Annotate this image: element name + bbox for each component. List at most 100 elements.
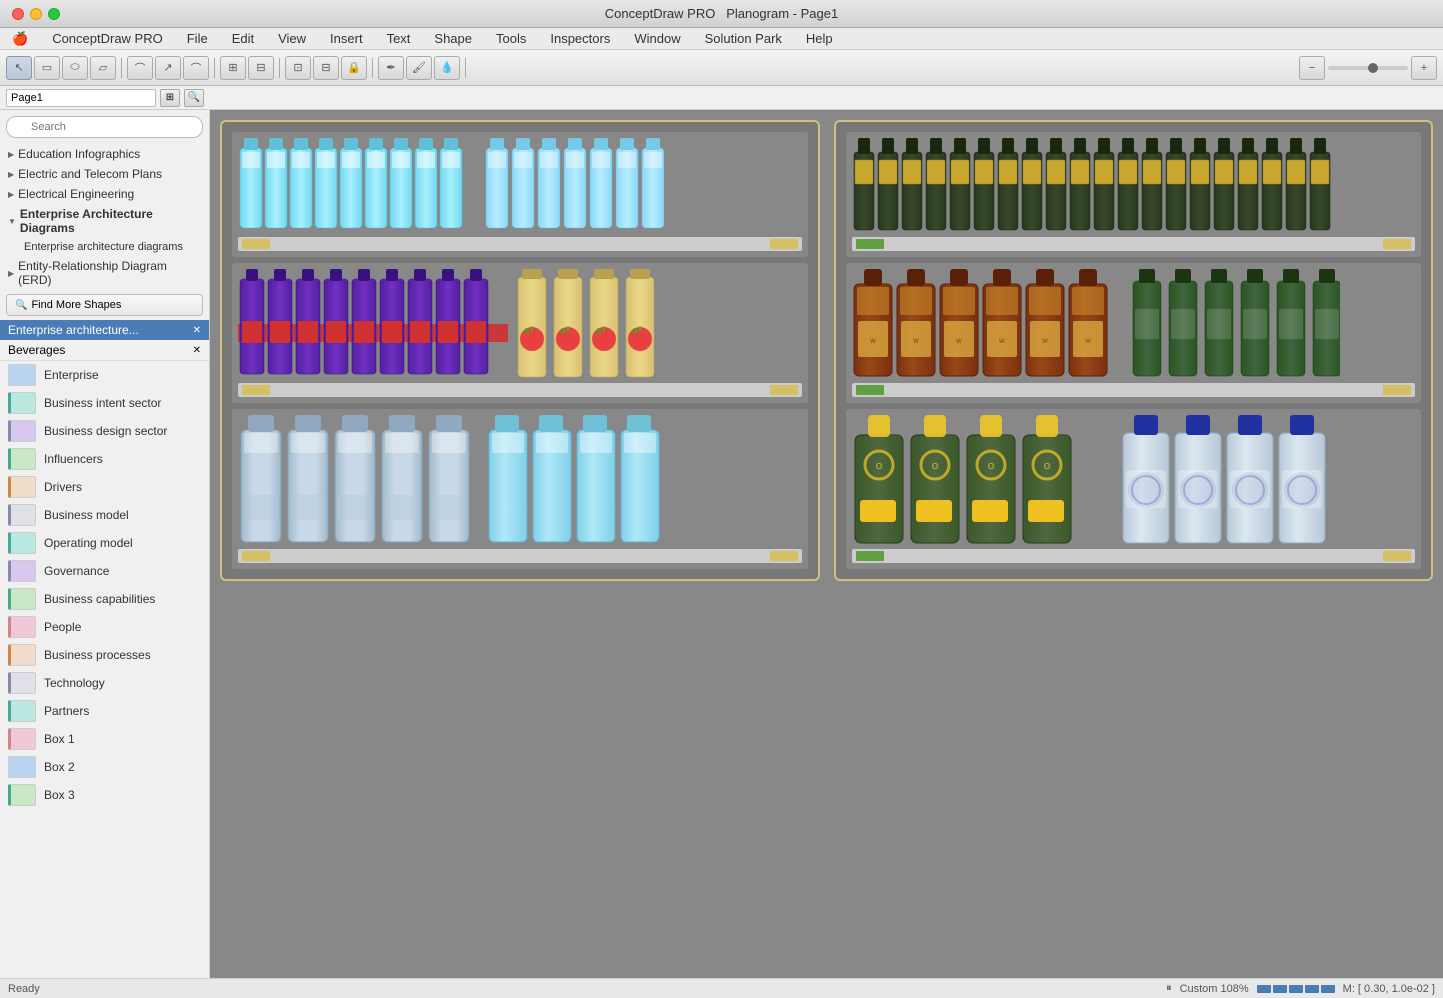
lock-tool[interactable]: 🔒 — [341, 56, 367, 80]
triangle-icon: ▶ — [8, 269, 14, 278]
zoom-out-btn[interactable]: − — [1299, 56, 1325, 80]
sidebar-item-electrical-engineering[interactable]: ▶ Electrical Engineering — [0, 184, 209, 204]
zoom-slider[interactable] — [1328, 66, 1408, 70]
select-tool[interactable]: ↖ — [6, 56, 32, 80]
sidebar-item-electric-telecom[interactable]: ▶ Electric and Telecom Plans — [0, 164, 209, 184]
shape-item-governance[interactable]: Governance — [0, 557, 209, 585]
menu-shape[interactable]: Shape — [430, 29, 476, 48]
pen-tool[interactable]: ✒ — [378, 56, 404, 80]
shape-item-people[interactable]: People — [0, 613, 209, 641]
menu-conceptdraw[interactable]: ConceptDraw PRO — [48, 29, 167, 48]
shelf-bottom-r2 — [852, 383, 1416, 397]
brush-tool[interactable]: 🖌 — [406, 56, 432, 80]
menu-window[interactable]: Window — [630, 29, 684, 48]
distribute-tool[interactable]: ⊟ — [248, 56, 274, 80]
right-shelf-section: W — [834, 120, 1434, 581]
shape-item-enterprise[interactable]: Enterprise — [0, 361, 209, 389]
close-tab-icon[interactable]: ✕ — [193, 325, 201, 336]
eyedropper-tool[interactable]: 💧 — [434, 56, 460, 80]
grid-view-btn[interactable]: ⊞ — [160, 89, 180, 107]
shape-item-influencers[interactable]: Influencers — [0, 445, 209, 473]
zoom-control: − + — [1299, 56, 1437, 80]
sidebar-item-enterprise-architecture[interactable]: ▼ Enterprise Architecture Diagrams — [0, 204, 209, 238]
shelf-tag-right — [770, 385, 798, 395]
tab-label: Beverages — [8, 343, 65, 357]
svg-text:W: W — [870, 339, 876, 345]
zoom-in-btn[interactable]: + — [1411, 56, 1437, 80]
shape-item-business-model[interactable]: Business model — [0, 501, 209, 529]
shelf-tag-left — [856, 239, 884, 249]
search-input[interactable] — [6, 116, 203, 138]
zoom-label: Custom 108% — [1180, 983, 1249, 995]
juice-bottles — [516, 269, 686, 379]
menu-inspectors[interactable]: Inspectors — [546, 29, 614, 48]
shape-preview — [8, 756, 36, 778]
shelf-tag-left — [242, 385, 270, 395]
shape-preview — [8, 364, 36, 386]
shape-item-business-design[interactable]: Business design sector — [0, 417, 209, 445]
fullscreen-button[interactable] — [48, 8, 60, 20]
dark-bottles — [852, 138, 1352, 233]
shape-item-box2[interactable]: Box 2 — [0, 753, 209, 781]
shape-item-box1[interactable]: Box 1 — [0, 725, 209, 753]
lasso-tool[interactable]: ⌒ — [127, 56, 153, 80]
menu-text[interactable]: Text — [383, 29, 415, 48]
shape-preview — [8, 448, 36, 470]
category-label: Education Infographics — [18, 147, 140, 161]
progress-dot-5 — [1321, 985, 1335, 993]
arc-tool[interactable]: ⌒ — [183, 56, 209, 80]
shape-item-business-processes[interactable]: Business processes — [0, 641, 209, 669]
shape-preview — [8, 672, 36, 694]
menu-solution-park[interactable]: Solution Park — [701, 29, 786, 48]
purple-bottles — [238, 269, 508, 379]
menu-view[interactable]: View — [274, 29, 310, 48]
shape-label: Box 1 — [44, 732, 75, 746]
rect-tool[interactable]: ▭ — [34, 56, 60, 80]
app-title: ConceptDraw PRO Planogram - Page1 — [605, 6, 838, 21]
shape-preview — [8, 560, 36, 582]
subitem-label: Enterprise architecture diagrams — [24, 241, 183, 253]
sidebar-item-education-infographics[interactable]: ▶ Education Infographics — [0, 144, 209, 164]
menu-help[interactable]: Help — [802, 29, 837, 48]
shape-preview — [8, 784, 36, 806]
close-button[interactable] — [12, 8, 24, 20]
shape-label: Business capabilities — [44, 592, 155, 606]
menu-apple[interactable]: 🍎 — [8, 29, 32, 49]
triangle-icon: ▶ — [8, 190, 14, 199]
shelf-tag-left — [242, 551, 270, 561]
connect-tool[interactable]: ↗ — [155, 56, 181, 80]
canvas-area[interactable]: W — [210, 110, 1443, 978]
close-tab-icon[interactable]: ✕ — [193, 345, 201, 356]
separator1 — [121, 58, 122, 78]
align-tool[interactable]: ⊞ — [220, 56, 246, 80]
enterprise-architecture-tab[interactable]: Enterprise architecture... ✕ — [0, 320, 209, 340]
shelf-row-large-water — [232, 409, 808, 569]
menu-tools[interactable]: Tools — [492, 29, 530, 48]
shape-item-drivers[interactable]: Drivers — [0, 473, 209, 501]
separator4 — [372, 58, 373, 78]
group-tool[interactable]: ⊡ — [285, 56, 311, 80]
oval-tool[interactable]: ⬭ — [62, 56, 88, 80]
pause-btn[interactable]: ⏸ — [1166, 982, 1172, 995]
shape-item-box3[interactable]: Box 3 — [0, 781, 209, 809]
find-more-shapes-button[interactable]: Find More Shapes — [6, 294, 203, 316]
shape-item-partners[interactable]: Partners — [0, 697, 209, 725]
rect-tool2[interactable]: ▱ — [90, 56, 116, 80]
traffic-lights — [12, 8, 60, 20]
ungroup-tool[interactable]: ⊟ — [313, 56, 339, 80]
zoom-thumb[interactable] — [1368, 63, 1378, 73]
menu-insert[interactable]: Insert — [326, 29, 367, 48]
shape-item-technology[interactable]: Technology — [0, 669, 209, 697]
sidebar-item-entity-relationship[interactable]: ▶ Entity-Relationship Diagram (ERD) — [0, 256, 209, 290]
page-name-input[interactable] — [6, 89, 156, 107]
menu-edit[interactable]: Edit — [228, 29, 258, 48]
search-btn[interactable]: 🔍 — [184, 89, 204, 107]
shape-item-operating-model[interactable]: Operating model — [0, 529, 209, 557]
shelf-row-water-top — [232, 132, 808, 257]
menu-file[interactable]: File — [183, 29, 212, 48]
shape-item-business-intent[interactable]: Business intent sector — [0, 389, 209, 417]
shape-item-business-capabilities[interactable]: Business capabilities — [0, 585, 209, 613]
sidebar-subitem-enterprise-diagrams[interactable]: Enterprise architecture diagrams — [0, 238, 209, 256]
minimize-button[interactable] — [30, 8, 42, 20]
beverages-tab[interactable]: Beverages ✕ — [0, 340, 209, 361]
